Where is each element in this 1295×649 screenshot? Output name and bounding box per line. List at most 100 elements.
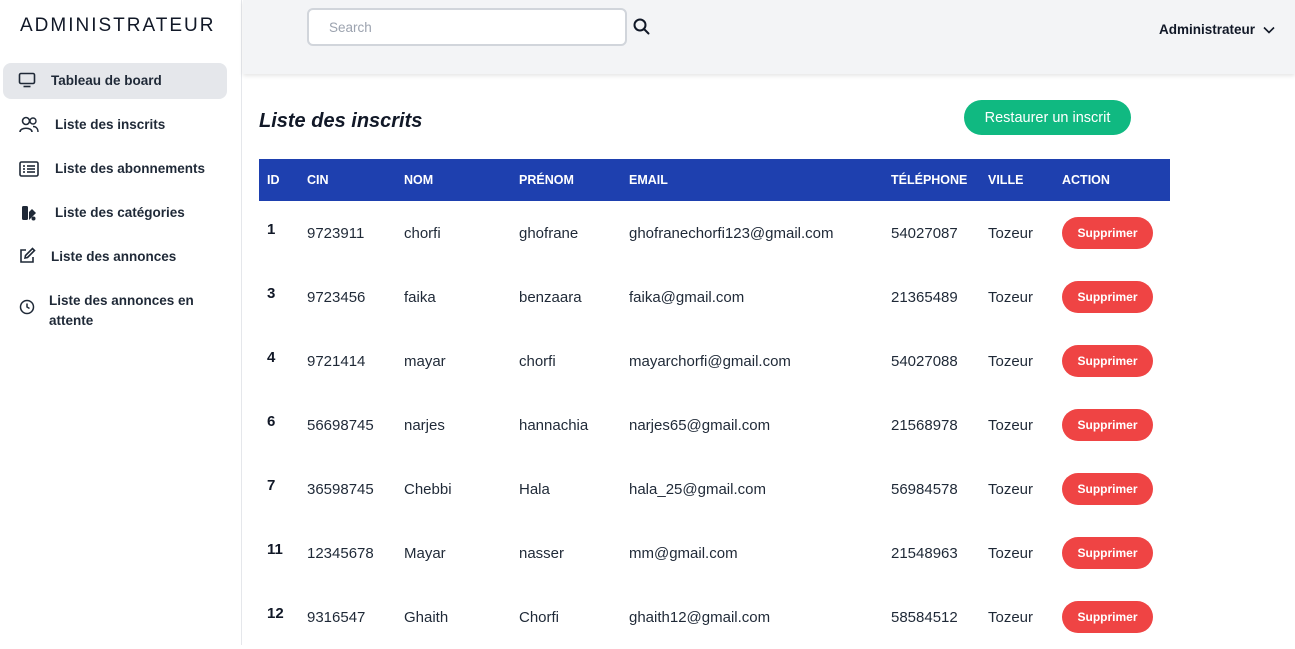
table-row: 1 9723911 chorfi ghofrane ghofranechorfi… xyxy=(259,201,1170,265)
table-row: 11 12345678 Mayar nasser mm@gmail.com 21… xyxy=(259,521,1170,585)
table-row: 4 9721414 mayar chorfi mayarchorfi@gmail… xyxy=(259,329,1170,393)
supprimer-button[interactable]: Supprimer xyxy=(1062,537,1153,569)
sidebar-item-label: attente xyxy=(49,313,94,328)
restore-inscrit-button[interactable]: Restaurer un inscrit xyxy=(964,100,1131,135)
sidebar: ADMINISTRATEUR Tableau de board Liste de… xyxy=(0,0,242,645)
cell-cin: 9316547 xyxy=(307,608,366,626)
cell-action: Supprimer xyxy=(1062,329,1170,393)
cell-prenom: benzaara xyxy=(519,288,582,306)
cell-id: 3 xyxy=(267,285,276,302)
cell-ville: Tozeur xyxy=(988,608,1034,626)
cell-ville: Tozeur xyxy=(988,224,1034,242)
sidebar-item-tableau-de-board[interactable]: Tableau de board xyxy=(3,63,227,99)
cell-ville: Tozeur xyxy=(988,544,1034,562)
cell-action: Supprimer xyxy=(1062,585,1170,649)
table-row: 7 36598745 Chebbi Hala hala_25@gmail.com… xyxy=(259,457,1170,521)
users-icon xyxy=(19,115,39,135)
cell-id: 4 xyxy=(267,349,276,366)
cell-email: mm@gmail.com xyxy=(629,544,738,562)
cell-cin: 9723911 xyxy=(307,224,365,242)
column-header-nom: NOM xyxy=(404,173,434,187)
categories-icon xyxy=(19,203,39,223)
cell-cin: 12345678 xyxy=(307,544,374,562)
chevron-down-icon xyxy=(1263,22,1275,37)
cell-id: 7 xyxy=(267,477,276,494)
supprimer-button[interactable]: Supprimer xyxy=(1062,473,1153,505)
cell-ville: Tozeur xyxy=(988,288,1034,306)
column-header-prenom: PRÉNOM xyxy=(519,173,574,187)
sidebar-item-label: Liste des inscrits xyxy=(55,117,166,132)
sidebar-item-label: Liste des abonnements xyxy=(55,161,206,176)
cell-email: mayarchorfi@gmail.com xyxy=(629,352,791,370)
cell-prenom: hannachia xyxy=(519,416,589,434)
cell-telephone: 54027088 xyxy=(891,352,958,370)
table-header-row: ID CIN NOM PRÉNOM EMAIL TÉLÉPHONE VILLE … xyxy=(259,159,1170,201)
column-header-ville: VILLE xyxy=(988,173,1024,187)
cell-nom: faika xyxy=(404,288,436,306)
table-row: 3 9723456 faika benzaara faika@gmail.com… xyxy=(259,265,1170,329)
brand-title: ADMINISTRATEUR xyxy=(20,15,216,36)
cell-nom: mayar xyxy=(404,352,446,370)
cell-email: narjes65@gmail.com xyxy=(629,416,771,434)
supprimer-button[interactable]: Supprimer xyxy=(1062,409,1153,441)
cell-prenom: Chorfi xyxy=(519,608,560,626)
supprimer-button[interactable]: Supprimer xyxy=(1062,281,1153,313)
cell-telephone: 56984578 xyxy=(891,480,958,498)
supprimer-button[interactable]: Supprimer xyxy=(1062,345,1153,377)
cell-nom: chorfi xyxy=(404,224,441,242)
cell-prenom: nasser xyxy=(519,544,565,562)
cell-nom: Ghaith xyxy=(404,608,449,626)
sidebar-item-annonces[interactable]: Liste des annonces xyxy=(3,239,227,275)
user-menu[interactable]: Administrateur xyxy=(1159,22,1275,37)
user-name: Administrateur xyxy=(1158,22,1255,37)
cell-telephone: 54027087 xyxy=(891,224,958,242)
column-header-action: ACTION xyxy=(1062,173,1110,187)
inscrits-table: ID CIN NOM PRÉNOM EMAIL TÉLÉPHONE VILLE … xyxy=(259,159,1170,649)
cell-telephone: 21568978 xyxy=(891,416,958,434)
cell-cin: 9723456 xyxy=(307,288,366,306)
cell-prenom: chorfi xyxy=(519,352,556,370)
edit-icon xyxy=(17,246,37,266)
cell-ville: Tozeur xyxy=(988,480,1034,498)
search-icon[interactable] xyxy=(632,17,654,39)
table-row: 6 56698745 narjes hannachia narjes65@gma… xyxy=(259,393,1170,457)
column-header-email: EMAIL xyxy=(629,173,668,187)
column-header-telephone: TÉLÉPHONE xyxy=(891,173,968,187)
sidebar-item-abonnements[interactable]: Liste des abonnements xyxy=(3,151,227,187)
cell-telephone: 21365489 xyxy=(891,288,958,306)
column-header-cin: CIN xyxy=(307,173,329,187)
cell-id: 6 xyxy=(267,413,276,430)
cell-nom: Mayar xyxy=(404,544,446,562)
cell-nom: narjes xyxy=(404,416,445,434)
sidebar-item-label: Liste des annonces en xyxy=(49,293,194,308)
cell-telephone: 58584512 xyxy=(891,608,958,626)
cell-cin: 9721414 xyxy=(307,352,366,370)
cell-id: 11 xyxy=(267,541,283,558)
cell-ville: Tozeur xyxy=(988,352,1034,370)
sidebar-item-annonces-en-attente[interactable]: Liste des annonces en attente xyxy=(3,283,227,337)
table-row: 12 9316547 Ghaith Chorfi ghaith12@gmail.… xyxy=(259,585,1170,649)
cell-telephone: 21548963 xyxy=(891,544,958,562)
sidebar-item-label: Tableau de board xyxy=(51,73,162,88)
cell-id: 1 xyxy=(267,221,276,238)
sidebar-item-categories[interactable]: Liste des catégories xyxy=(3,195,227,231)
search-input[interactable] xyxy=(307,8,627,46)
supprimer-button[interactable]: Supprimer xyxy=(1062,217,1153,249)
cell-action: Supprimer xyxy=(1062,393,1170,457)
sidebar-item-inscrits[interactable]: Liste des inscrits xyxy=(3,107,227,143)
sidebar-item-label: Liste des catégories xyxy=(55,205,185,220)
cell-action: Supprimer xyxy=(1062,265,1170,329)
monitor-icon xyxy=(17,70,37,90)
list-icon xyxy=(19,159,39,179)
cell-email: ghofranechorfi123@gmail.com xyxy=(629,224,834,242)
supprimer-button[interactable]: Supprimer xyxy=(1062,601,1153,633)
cell-ville: Tozeur xyxy=(988,416,1034,434)
topbar: Administrateur xyxy=(243,0,1295,74)
cell-email: hala_25@gmail.com xyxy=(629,480,766,498)
page-title: Liste des inscrits xyxy=(259,110,423,132)
cell-id: 12 xyxy=(267,605,284,622)
column-header-id: ID xyxy=(267,173,280,187)
cell-email: faika@gmail.com xyxy=(629,288,745,306)
cell-cin: 36598745 xyxy=(307,480,374,498)
cell-action: Supprimer xyxy=(1062,521,1170,585)
